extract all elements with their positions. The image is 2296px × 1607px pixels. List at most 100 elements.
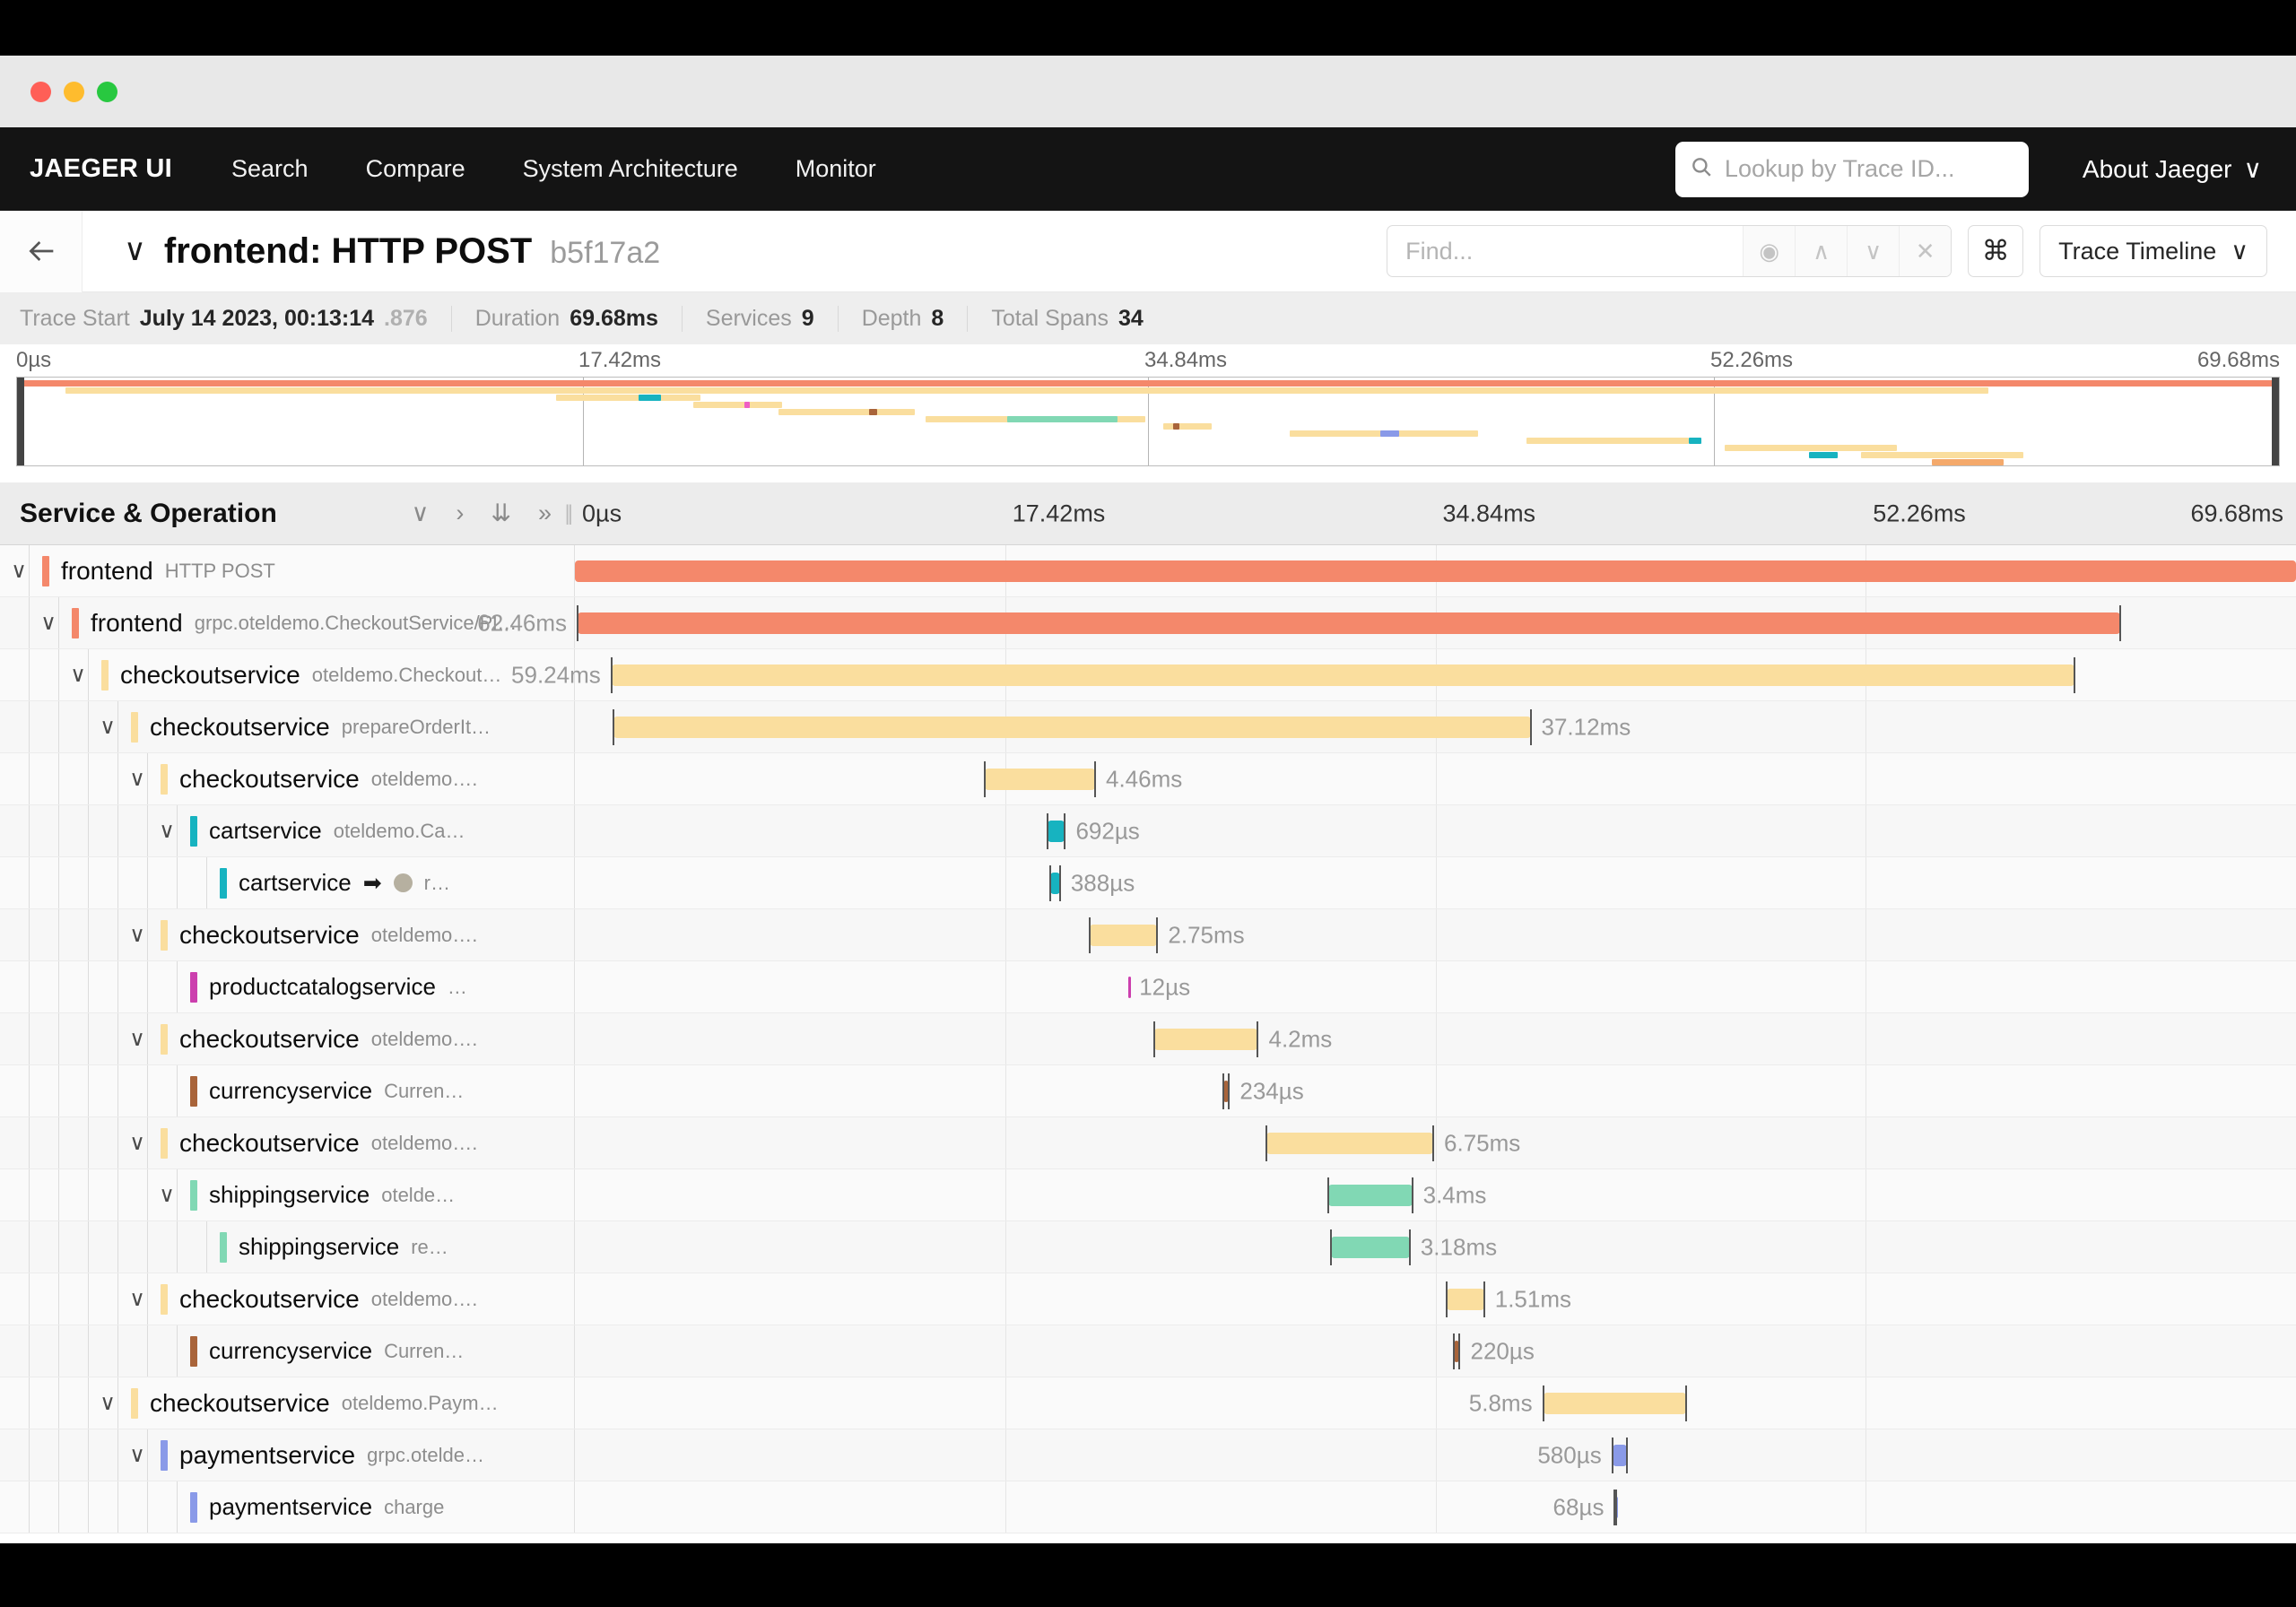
span-bar-cell[interactable]: 3.18ms — [575, 1221, 2296, 1273]
span-duration-bar[interactable] — [1544, 1393, 1687, 1414]
span-duration-bar[interactable] — [1266, 1133, 1433, 1154]
span-row[interactable]: ∨checkoutserviceoteldemo….4.46ms — [0, 753, 2296, 805]
span-row[interactable]: ∨frontendHTTP POST — [0, 545, 2296, 597]
back-button[interactable] — [0, 211, 83, 292]
prev-match-icon[interactable]: ∧ — [1795, 226, 1847, 276]
span-label-cell[interactable]: ∨cartserviceoteldemo.Ca… — [0, 805, 575, 856]
span-label-cell[interactable]: ∨checkoutserviceoteldemo…. — [0, 909, 575, 960]
find-input[interactable] — [1387, 226, 1743, 276]
span-row[interactable]: ∨currencyserviceCurren…220µs — [0, 1325, 2296, 1377]
chevron-down-icon[interactable]: ∨ — [96, 1393, 119, 1414]
chevron-down-icon[interactable]: ∨ — [66, 665, 90, 686]
span-label-cell[interactable]: ∨shippingserviceotelde… — [0, 1169, 575, 1220]
span-duration-bar[interactable] — [578, 612, 2120, 634]
span-row[interactable]: ∨checkoutserviceoteldemo….1.51ms — [0, 1273, 2296, 1325]
trace-id-lookup-input[interactable]: Lookup by Trace ID... — [1675, 142, 2029, 197]
span-row[interactable]: ∨cartserviceoteldemo.Ca…692µs — [0, 805, 2296, 857]
span-label-cell[interactable]: ∨frontendHTTP POST — [0, 545, 575, 596]
keyboard-shortcuts-button[interactable]: ⌘ — [1968, 225, 2023, 277]
span-row[interactable]: ∨currencyserviceCurren…234µs — [0, 1065, 2296, 1117]
span-duration-bar[interactable] — [1328, 1185, 1413, 1206]
next-match-icon[interactable]: ∨ — [1847, 226, 1899, 276]
chevron-down-icon[interactable]: ∨ — [7, 560, 30, 582]
span-row[interactable]: ∨checkoutserviceoteldemo….6.75ms — [0, 1117, 2296, 1169]
span-bar-cell[interactable]: 4.2ms — [575, 1013, 2296, 1064]
span-duration-bar[interactable] — [1154, 1029, 1258, 1050]
nav-link-compare[interactable]: Compare — [366, 155, 465, 183]
collapse-one-icon[interactable]: ∨ — [412, 499, 430, 527]
chevron-down-icon[interactable]: ∨ — [126, 769, 149, 790]
span-duration-bar[interactable] — [985, 769, 1095, 790]
span-bar-cell[interactable]: 234µs — [575, 1065, 2296, 1116]
span-bar-cell[interactable] — [575, 545, 2296, 596]
span-label-cell[interactable]: ∨currencyserviceCurren… — [0, 1065, 575, 1116]
chevron-down-icon[interactable]: ∨ — [96, 717, 119, 738]
span-label-cell[interactable]: ∨shippingservicere… — [0, 1221, 575, 1273]
trace-minimap[interactable]: 0µs17.42ms34.84ms52.26ms69.68ms — [0, 344, 2296, 482]
span-duration-bar[interactable] — [1090, 925, 1158, 946]
span-duration-bar[interactable] — [575, 560, 2296, 582]
minimap-drag-handle-right[interactable] — [2272, 378, 2279, 466]
column-resize-handle[interactable]: || — [565, 501, 570, 526]
span-label-cell[interactable]: ∨checkoutserviceoteldemo…. — [0, 1013, 575, 1064]
span-label-cell[interactable]: ∨currencyserviceCurren… — [0, 1325, 575, 1377]
minimap-drag-handle-left[interactable] — [17, 378, 24, 466]
clear-find-icon[interactable]: ✕ — [1899, 226, 1951, 276]
span-bar-cell[interactable]: 37.12ms — [575, 701, 2296, 752]
span-row[interactable]: ∨checkoutserviceoteldemo.Checkout…59.24m… — [0, 649, 2296, 701]
span-row[interactable]: ∨checkoutserviceoteldemo.Paym…5.8ms — [0, 1377, 2296, 1429]
about-jaeger-menu[interactable]: About Jaeger ∨ — [2083, 154, 2262, 184]
chevron-down-icon[interactable]: ∨ — [37, 612, 60, 634]
span-label-cell[interactable]: ∨checkoutserviceoteldemo…. — [0, 753, 575, 804]
focus-matches-icon[interactable]: ◉ — [1743, 226, 1795, 276]
span-label-cell[interactable]: ∨checkoutserviceoteldemo…. — [0, 1117, 575, 1168]
span-label-cell[interactable]: ∨checkoutserviceoteldemo…. — [0, 1273, 575, 1325]
span-row[interactable]: ∨checkoutserviceoteldemo….4.2ms — [0, 1013, 2296, 1065]
nav-link-monitor[interactable]: Monitor — [796, 155, 876, 183]
span-row[interactable]: ∨productcatalogservice…12µs — [0, 961, 2296, 1013]
span-bar-cell[interactable]: 68µs — [575, 1481, 2296, 1533]
span-bar-cell[interactable]: 6.75ms — [575, 1117, 2296, 1168]
span-duration-bar[interactable] — [1447, 1289, 1484, 1310]
expand-all-icon[interactable]: » — [538, 499, 552, 527]
span-bar-cell[interactable]: 388µs — [575, 857, 2296, 908]
span-bar-cell[interactable]: 59.24ms — [575, 649, 2296, 700]
span-row[interactable]: ∨paymentservicecharge68µs — [0, 1481, 2296, 1533]
jaeger-logo[interactable]: JAEGER UI — [30, 154, 172, 184]
window-maximize-button[interactable] — [97, 82, 117, 102]
span-bar-cell[interactable]: 62.46ms — [575, 597, 2296, 648]
span-label-cell[interactable]: ∨cartservice➡r… — [0, 857, 575, 908]
nav-link-search[interactable]: Search — [231, 155, 309, 183]
minimap-viewport[interactable] — [16, 377, 2280, 466]
span-bar-cell[interactable]: 692µs — [575, 805, 2296, 856]
chevron-down-icon[interactable]: ∨ — [126, 1445, 149, 1466]
span-duration-bar[interactable] — [1613, 1445, 1627, 1466]
chevron-down-icon[interactable]: ∨ — [126, 1133, 149, 1154]
chevron-down-icon[interactable]: ∨ — [126, 1029, 149, 1050]
span-label-cell[interactable]: ∨paymentservicegrpc.otelde… — [0, 1429, 575, 1481]
chevron-down-icon[interactable]: ∨ — [155, 1185, 178, 1206]
span-row[interactable]: ∨shippingservicere…3.18ms — [0, 1221, 2296, 1273]
span-label-cell[interactable]: ∨productcatalogservice… — [0, 961, 575, 1012]
span-duration-bar[interactable] — [612, 665, 2074, 686]
span-row[interactable]: ∨frontendgrpc.oteldemo.CheckoutService/P… — [0, 597, 2296, 649]
span-label-cell[interactable]: ∨checkoutserviceprepareOrderIt… — [0, 701, 575, 752]
trace-collapse-caret-icon[interactable]: ∨ — [124, 235, 146, 265]
span-row[interactable]: ∨checkoutserviceprepareOrderIt…37.12ms — [0, 701, 2296, 753]
span-rows-container[interactable]: ∨frontendHTTP POST∨frontendgrpc.oteldemo… — [0, 545, 2296, 1543]
span-bar-cell[interactable]: 12µs — [575, 961, 2296, 1012]
span-bar-cell[interactable]: 220µs — [575, 1325, 2296, 1377]
span-label-cell[interactable]: ∨checkoutserviceoteldemo.Checkout… — [0, 649, 575, 700]
span-row[interactable]: ∨shippingserviceotelde…3.4ms — [0, 1169, 2296, 1221]
collapse-all-icon[interactable]: ⇊ — [491, 499, 511, 527]
view-mode-select[interactable]: Trace Timeline ∨ — [2039, 225, 2267, 277]
span-bar-cell[interactable]: 5.8ms — [575, 1377, 2296, 1429]
expand-one-icon[interactable]: › — [456, 499, 464, 527]
window-minimize-button[interactable] — [64, 82, 84, 102]
span-duration-bar[interactable] — [1331, 1237, 1410, 1258]
span-label-cell[interactable]: ∨checkoutserviceoteldemo.Paym… — [0, 1377, 575, 1429]
nav-link-system-architecture[interactable]: System Architecture — [523, 155, 738, 183]
span-row[interactable]: ∨paymentservicegrpc.otelde…580µs — [0, 1429, 2296, 1481]
chevron-down-icon[interactable]: ∨ — [155, 821, 178, 842]
span-duration-bar[interactable] — [1048, 821, 1065, 842]
